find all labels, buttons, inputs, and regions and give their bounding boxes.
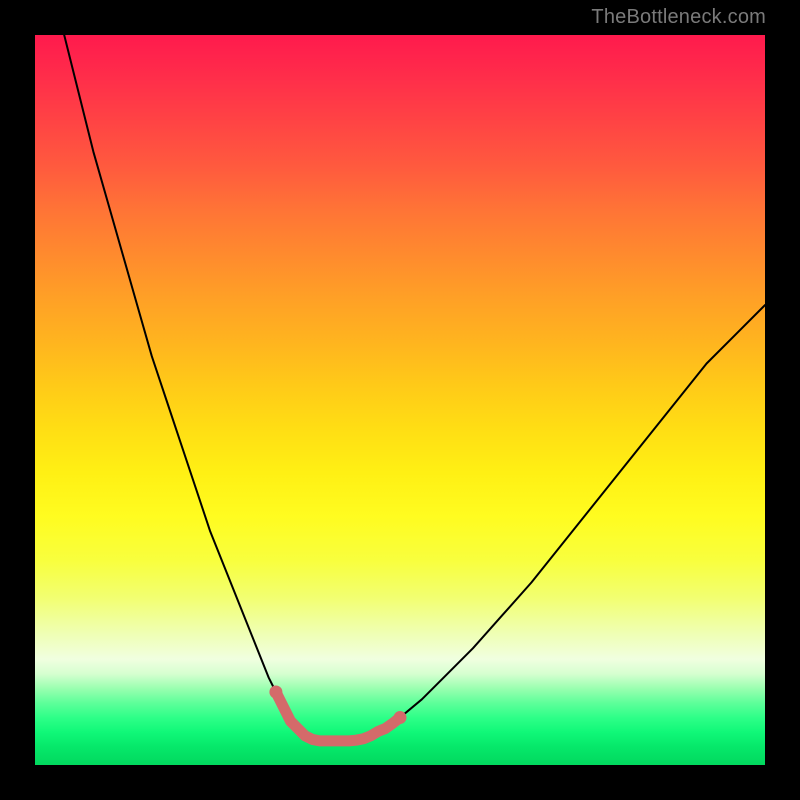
marker-endpoint: [394, 711, 407, 724]
bottom-marker-line: [276, 692, 400, 741]
marker-endpoint: [269, 686, 282, 699]
outer-frame: TheBottleneck.com: [0, 0, 800, 800]
watermark-text: TheBottleneck.com: [591, 6, 766, 29]
curve-path: [64, 35, 765, 741]
bottom-marker-group: [269, 686, 406, 741]
bottleneck-curve: [64, 35, 765, 741]
plot-area: [35, 35, 765, 765]
chart-svg: [35, 35, 765, 765]
